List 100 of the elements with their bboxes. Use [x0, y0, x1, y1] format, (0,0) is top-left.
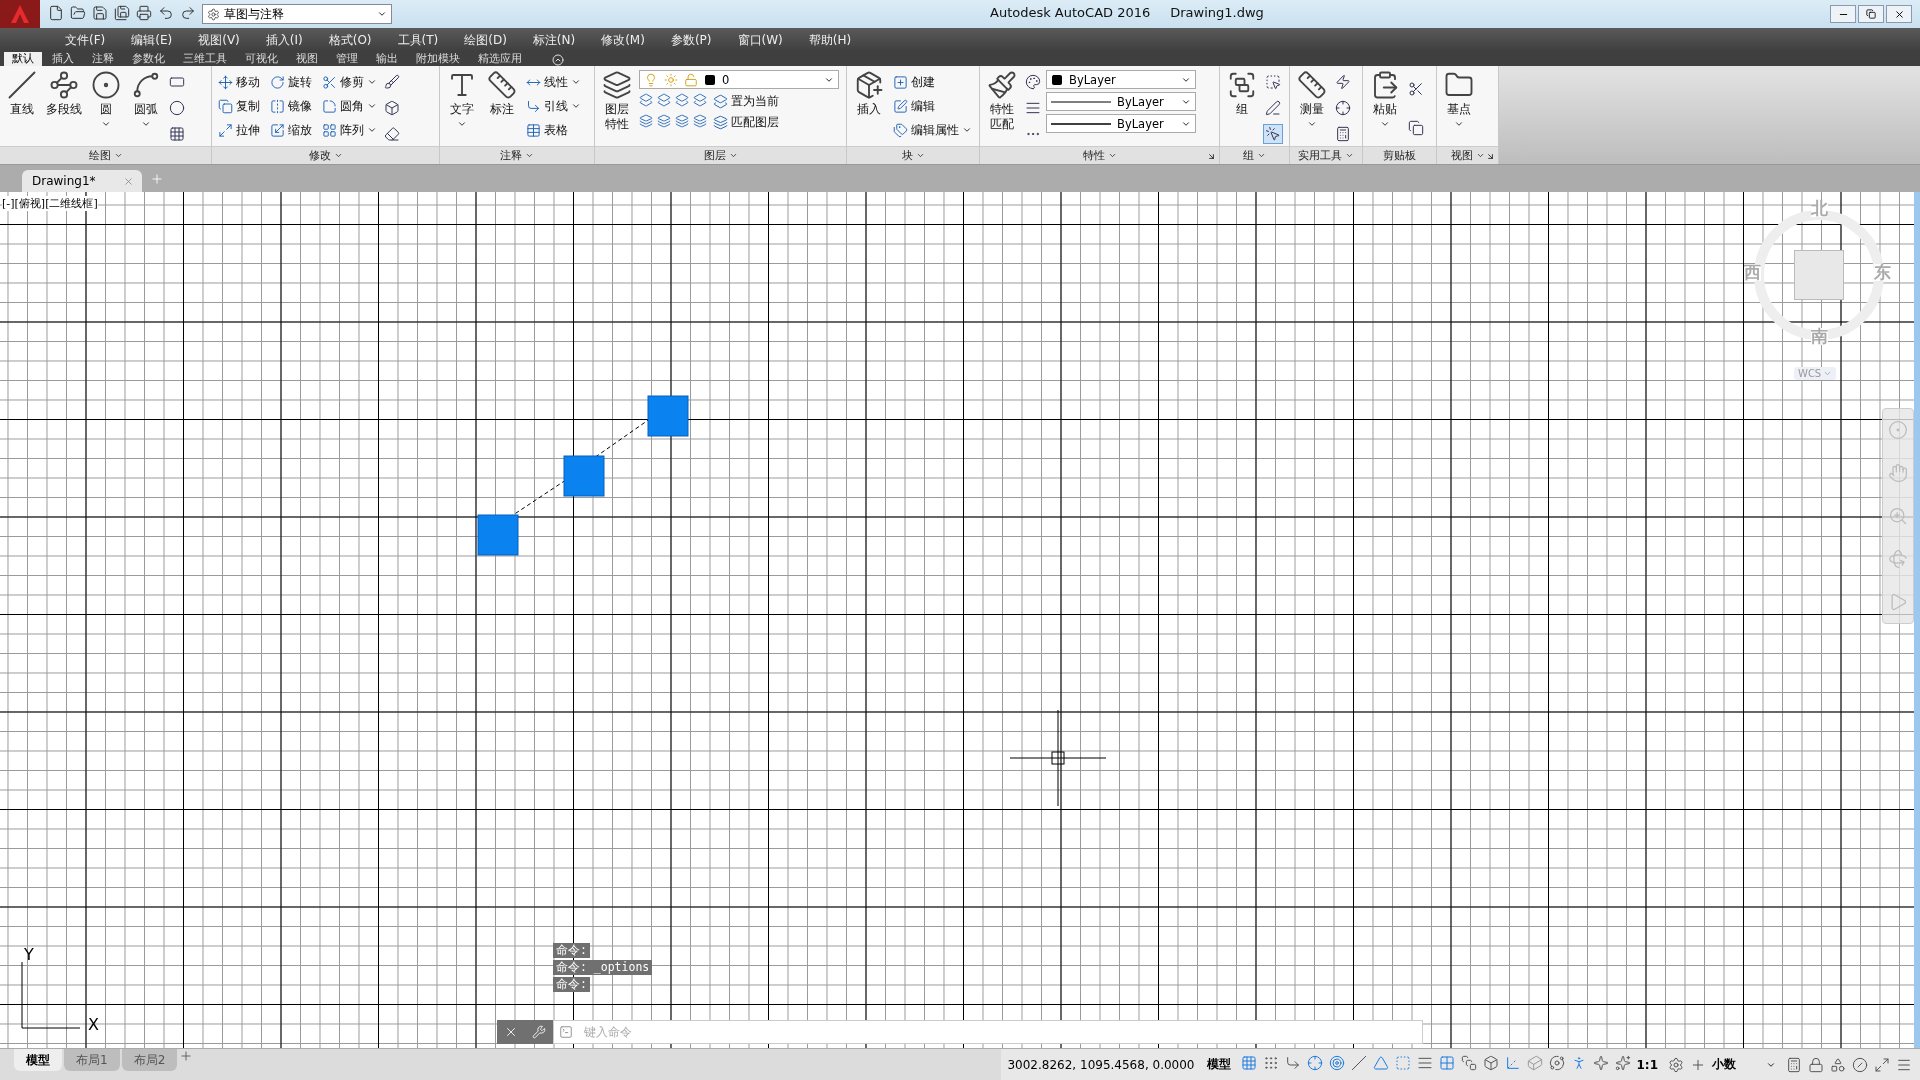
- new-file-icon[interactable]: [48, 4, 64, 21]
- color-dropdown[interactable]: ByLayer: [1046, 70, 1196, 89]
- grip-square[interactable]: [647, 395, 689, 437]
- ribbon-tool-button[interactable]: 修剪: [320, 74, 379, 90]
- quick-properties-icon[interactable]: [1786, 1056, 1802, 1073]
- ribbon-tool-button[interactable]: 复制: [216, 98, 262, 114]
- ribbon-tab[interactable]: 插入: [44, 52, 82, 66]
- ribbon-tool-button[interactable]: 阵列: [320, 122, 379, 138]
- dynamic-input-icon[interactable]: [1394, 1055, 1411, 1071]
- ribbon-tab[interactable]: 默认: [4, 52, 42, 66]
- ribbon-tool-button[interactable]: 表格: [524, 122, 583, 138]
- ribbon-tool-button[interactable]: 旋转: [268, 74, 314, 90]
- lineweight-dropdown[interactable]: ByLayer: [1046, 114, 1196, 133]
- ribbon-tab[interactable]: 精选应用: [470, 52, 530, 66]
- viewport-label[interactable]: [-][俯视][二维线框]: [2, 196, 98, 211]
- ribbon-icon-button[interactable]: [1407, 79, 1425, 98]
- ribbon-tool-button[interactable]: 创建: [891, 74, 974, 90]
- grid-icon[interactable]: [1240, 1055, 1257, 1071]
- launcher-icon[interactable]: [1486, 152, 1495, 161]
- ribbon-tool-button[interactable]: 特性匹配: [984, 70, 1020, 146]
- ribbon-tool-button[interactable]: 多段线: [44, 70, 84, 146]
- layout-tab[interactable]: 模型: [14, 1049, 62, 1071]
- undo-icon[interactable]: [158, 4, 174, 21]
- save-as-icon[interactable]: [114, 4, 130, 21]
- ribbon-icon-button[interactable]: [168, 125, 186, 143]
- units-dropdown[interactable]: 小数: [1706, 1056, 1782, 1073]
- panel-title[interactable]: 注释: [500, 148, 534, 163]
- 3d-snap-icon[interactable]: [1482, 1055, 1499, 1071]
- menu-item[interactable]: 视图(V): [185, 31, 253, 49]
- drawing-canvas[interactable]: [-][俯视][二维线框] Y X 北 南 西 东 WCS 命令: 命令: _options 命令: 键入命令: [0, 192, 1920, 1048]
- menu-item[interactable]: 文件(F): [52, 31, 119, 49]
- isolate-icon[interactable]: [1830, 1056, 1846, 1073]
- ribbon-icon-button[interactable]: [1264, 73, 1282, 91]
- ribbon-tool-button[interactable]: 插入: [851, 70, 887, 146]
- print-icon[interactable]: [136, 4, 152, 21]
- wrench-icon[interactable]: [532, 1025, 546, 1039]
- open-folder-icon[interactable]: [70, 4, 86, 21]
- ribbon-tool-button[interactable]: 粘贴: [1367, 70, 1403, 146]
- menu-item[interactable]: 格式(O): [315, 31, 385, 49]
- save-icon[interactable]: [92, 4, 108, 21]
- document-tab[interactable]: Drawing1*: [22, 170, 142, 192]
- ribbon-tab[interactable]: 注释: [84, 52, 122, 66]
- model-space-button[interactable]: 模型: [1200, 1056, 1237, 1073]
- ribbon-icon-button[interactable]: [168, 99, 186, 117]
- layer-dropdown[interactable]: 0: [639, 70, 839, 89]
- panel-title[interactable]: 特性: [1082, 148, 1117, 163]
- menu-item[interactable]: 编辑(E): [118, 31, 186, 49]
- ribbon-icon-button[interactable]: [1334, 125, 1352, 143]
- ribbon-tool-button[interactable]: 圆角: [320, 98, 379, 114]
- ribbon-icon-button[interactable]: [1407, 118, 1425, 137]
- panel-title[interactable]: 图层: [703, 148, 738, 163]
- tracking-icon[interactable]: [1350, 1055, 1367, 1071]
- settings-icon[interactable]: [1668, 1056, 1684, 1073]
- workspace-dropdown[interactable]: 草图与注释: [202, 4, 392, 24]
- ribbon-tool-button[interactable]: 标注: [484, 70, 520, 146]
- restore-button[interactable]: [1858, 5, 1884, 23]
- menu-item[interactable]: 绘图(D): [451, 31, 520, 49]
- selection-cycling-icon[interactable]: [1460, 1055, 1477, 1071]
- lineweight-icon[interactable]: [1416, 1055, 1433, 1071]
- ribbon-tool-button[interactable]: 组: [1224, 70, 1260, 146]
- close-button[interactable]: [1886, 5, 1912, 23]
- osnap-icon[interactable]: [1328, 1055, 1345, 1071]
- ribbon-tool-button[interactable]: 拉伸: [216, 122, 262, 138]
- ribbon-tool-button[interactable]: 基点: [1441, 70, 1477, 146]
- command-input[interactable]: 键入命令: [553, 1020, 1423, 1044]
- ribbon-tab[interactable]: 视图: [288, 52, 326, 66]
- menu-item[interactable]: 参数(P): [657, 31, 725, 49]
- ribbon-tool-button[interactable]: 图层特性: [599, 70, 635, 146]
- ortho-icon[interactable]: [1284, 1055, 1301, 1071]
- lock-icon[interactable]: [1808, 1056, 1824, 1073]
- layout-tab[interactable]: 布局2: [121, 1049, 178, 1071]
- scale-dropdown[interactable]: 1:1: [1630, 1057, 1664, 1072]
- ribbon-tool-button[interactable]: 缩放: [268, 122, 314, 138]
- dynamic-ucs-icon[interactable]: [1372, 1055, 1389, 1071]
- menu-item[interactable]: 工具(T): [384, 31, 452, 49]
- ribbon-icon-button[interactable]: [1334, 99, 1352, 117]
- close-icon[interactable]: [123, 175, 134, 187]
- layout-tab[interactable]: 布局1: [64, 1049, 120, 1071]
- ribbon-tab[interactable]: 管理: [328, 52, 366, 66]
- ribbon-tool-button[interactable]: 线性: [524, 74, 583, 90]
- menu-item[interactable]: 修改(M): [588, 31, 658, 49]
- ribbon-tool-button[interactable]: 编辑: [891, 98, 974, 114]
- ribbon-tool-button[interactable]: 文字: [444, 70, 480, 146]
- menu-item[interactable]: 窗口(W): [724, 31, 796, 49]
- ribbon-tool-button[interactable]: 直线: [4, 70, 40, 146]
- ribbon-tool-button[interactable]: 镜像: [268, 98, 314, 114]
- ribbon-toggle-icon[interactable]: [552, 54, 564, 66]
- ribbon-tool-button[interactable]: 圆: [88, 70, 124, 146]
- polar-icon[interactable]: [1306, 1055, 1323, 1071]
- redo-icon[interactable]: [180, 4, 196, 21]
- ribbon-tool-button[interactable]: 圆弧: [128, 70, 164, 146]
- menu-item[interactable]: 帮助(H): [795, 31, 865, 49]
- menu-item[interactable]: 插入(I): [252, 31, 316, 49]
- ribbon-tab[interactable]: 可视化: [237, 52, 286, 66]
- transparency-icon[interactable]: [1438, 1055, 1455, 1071]
- ribbon-tool-button[interactable]: 置为当前: [711, 94, 781, 109]
- ribbon-tool-button[interactable]: 移动: [216, 74, 262, 90]
- ribbon-tab[interactable]: 输出: [368, 52, 406, 66]
- ucs-toggle-icon[interactable]: [1504, 1055, 1521, 1071]
- close-icon[interactable]: [504, 1025, 518, 1039]
